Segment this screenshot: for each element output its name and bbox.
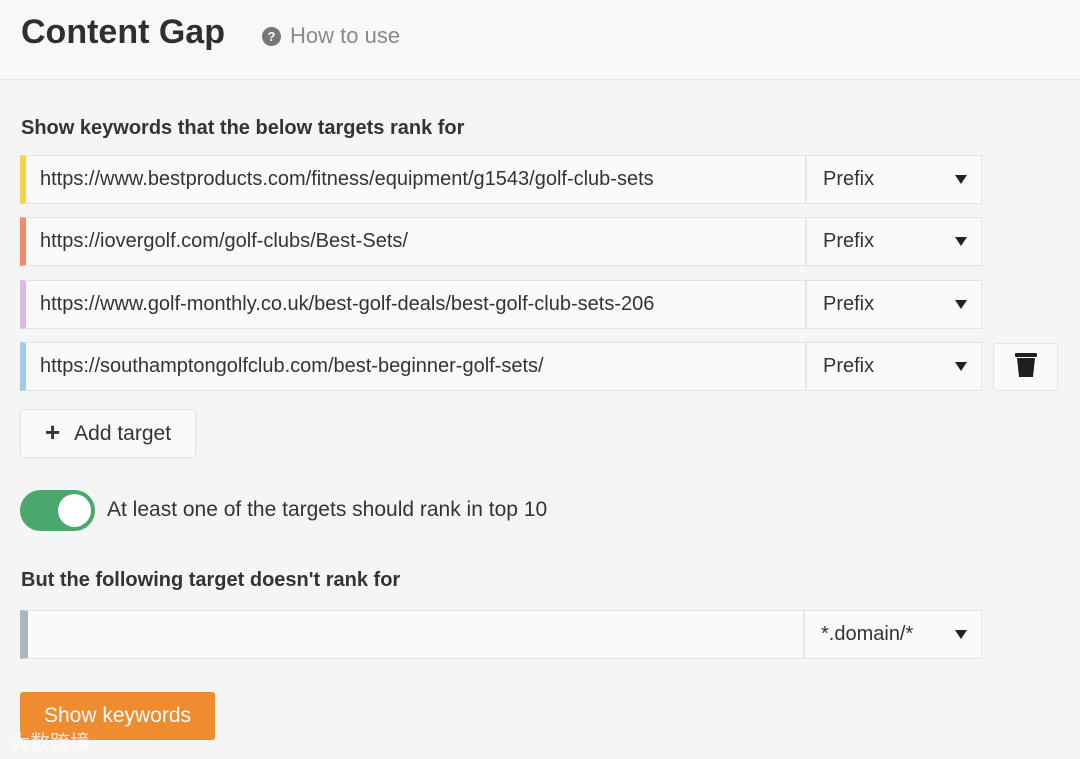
top10-toggle[interactable] — [20, 490, 95, 531]
target-url-input-4[interactable]: https://southamptongolfclub.com/best-beg… — [20, 342, 806, 391]
target-mode-select-3[interactable]: Prefix — [806, 280, 982, 329]
target-url-input-1[interactable]: https://www.bestproducts.com/fitness/equ… — [20, 155, 806, 204]
trash-icon — [1014, 352, 1037, 383]
target-mode-select-2[interactable]: Prefix — [806, 217, 982, 266]
header: Content Gap ? How to use — [0, 0, 1080, 80]
target-url-text: https://southamptongolfclub.com/best-beg… — [40, 355, 544, 377]
target-url-text: https://www.bestproducts.com/fitness/equ… — [40, 168, 654, 190]
exclude-mode-value: *.domain/* — [821, 623, 914, 645]
target-url-input-3[interactable]: https://www.golf-monthly.co.uk/best-golf… — [20, 280, 806, 329]
caret-down-icon — [955, 362, 967, 371]
target-url-input-2[interactable]: https://iovergolf.com/golf-clubs/Best-Se… — [20, 217, 806, 266]
plus-icon: + — [44, 417, 61, 447]
target-row-3: https://www.golf-monthly.co.uk/best-golf… — [20, 280, 982, 329]
watermark: 大数跨境 — [10, 726, 90, 755]
caret-down-icon — [955, 300, 967, 309]
toggle-knob — [58, 494, 91, 527]
target-mode-value: Prefix — [823, 230, 875, 252]
exclude-url-input[interactable] — [20, 610, 804, 659]
exclude-mode-select[interactable]: *.domain/* — [804, 610, 982, 659]
how-to-use-link[interactable]: ? How to use — [262, 23, 400, 49]
top10-toggle-label: At least one of the targets should rank … — [107, 498, 548, 521]
target-row-4: https://southamptongolfclub.com/best-beg… — [20, 342, 982, 391]
target-mode-select-4[interactable]: Prefix — [806, 342, 982, 391]
target-url-text: https://iovergolf.com/golf-clubs/Best-Se… — [40, 230, 408, 252]
page-title: Content Gap — [21, 13, 225, 51]
target-mode-value: Prefix — [823, 293, 875, 315]
watermark-text: 大数跨境 — [10, 732, 90, 754]
target-row-2: https://iovergolf.com/golf-clubs/Best-Se… — [20, 217, 982, 266]
caret-down-icon — [955, 175, 967, 184]
target-mode-value: Prefix — [823, 355, 875, 377]
add-target-button[interactable]: + Add target — [20, 409, 196, 458]
exclude-section-label: But the following target doesn't rank fo… — [21, 569, 401, 591]
caret-down-icon — [955, 630, 967, 639]
add-target-label: Add target — [74, 421, 172, 445]
delete-target-button[interactable] — [993, 343, 1058, 391]
target-mode-select-1[interactable]: Prefix — [806, 155, 982, 204]
how-to-use-label: How to use — [290, 23, 401, 48]
caret-down-icon — [955, 237, 967, 246]
question-circle-icon: ? — [262, 26, 281, 46]
target-row-1: https://www.bestproducts.com/fitness/equ… — [20, 155, 982, 204]
exclude-target-row: *.domain/* — [20, 610, 982, 659]
target-url-text: https://www.golf-monthly.co.uk/best-golf… — [40, 293, 655, 315]
target-mode-value: Prefix — [823, 168, 875, 190]
include-section-label: Show keywords that the below targets ran… — [21, 117, 465, 139]
